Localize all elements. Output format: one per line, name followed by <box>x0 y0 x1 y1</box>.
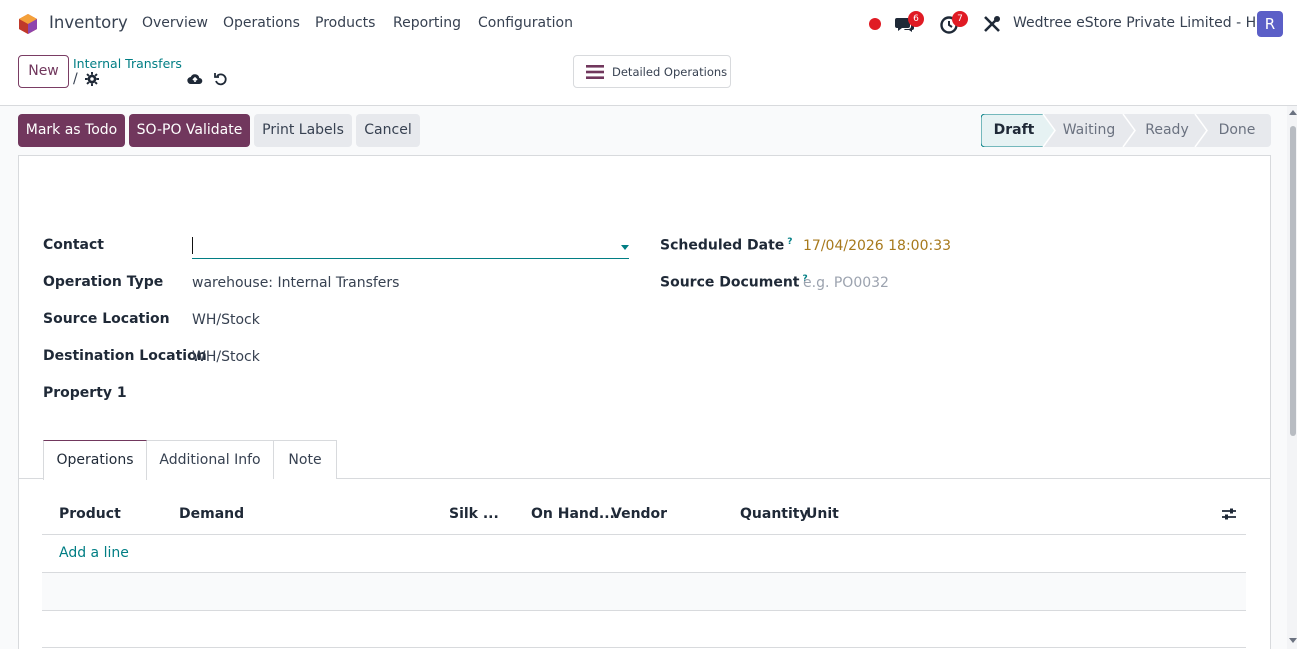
user-avatar[interactable]: R <box>1257 11 1283 37</box>
print-labels-button[interactable]: Print Labels <box>254 114 352 147</box>
table-row-divider <box>42 610 1246 611</box>
scroll-down-icon[interactable] <box>1289 638 1297 643</box>
source-location-label: Source Location <box>43 311 170 327</box>
scheduled-date-label: Scheduled Date? <box>660 237 793 254</box>
scheduled-date-field[interactable]: 17/04/2026 18:00:33 <box>803 238 951 254</box>
column-unit[interactable]: Unit <box>806 506 839 522</box>
gear-icon[interactable] <box>85 72 99 86</box>
destination-location-label: Destination Location <box>43 348 207 364</box>
menu-reporting[interactable]: Reporting <box>393 15 461 31</box>
add-a-line-link[interactable]: Add a line <box>59 545 129 561</box>
status-bar: Draft Waiting Ready Done <box>981 114 1271 147</box>
mark-as-todo-button[interactable]: Mark as Todo <box>18 114 125 147</box>
property-1-label: Property 1 <box>43 385 127 401</box>
optional-columns-icon[interactable] <box>1221 506 1237 522</box>
activities-badge: 7 <box>952 11 968 27</box>
scrollbar-thumb[interactable] <box>1290 126 1296 436</box>
scheduled-date-help-icon[interactable]: ? <box>787 237 792 247</box>
dropdown-caret-icon[interactable] <box>621 245 629 250</box>
tools-icon[interactable] <box>981 13 1003 35</box>
menu-products[interactable]: Products <box>315 15 375 31</box>
column-product[interactable]: Product <box>59 506 121 522</box>
save-cloud-icon[interactable] <box>187 71 203 87</box>
app-title[interactable]: Inventory <box>49 13 128 32</box>
tab-additional-info[interactable]: Additional Info <box>147 440 274 479</box>
source-location-field[interactable]: WH/Stock <box>192 312 260 328</box>
table-row-divider <box>42 647 1246 648</box>
stage-done[interactable]: Done <box>1207 114 1267 147</box>
tab-operations[interactable]: Operations <box>43 440 147 480</box>
stage-waiting[interactable]: Waiting <box>1053 114 1125 147</box>
column-quantity[interactable]: Quantity <box>740 506 809 522</box>
tab-note[interactable]: Note <box>274 440 337 479</box>
table-header-divider <box>42 534 1246 535</box>
stage-ready[interactable]: Ready <box>1133 114 1201 147</box>
top-navbar: Inventory Overview Operations Products R… <box>0 0 1297 46</box>
status-dot-icon[interactable] <box>869 18 881 30</box>
source-document-label: Source Document? <box>660 274 808 291</box>
discard-undo-icon[interactable] <box>213 71 229 87</box>
table-row <box>42 573 1246 610</box>
cancel-button[interactable]: Cancel <box>356 114 420 147</box>
company-switcher[interactable]: Wedtree eStore Private Limited - HO <box>1013 15 1267 31</box>
scheduled-date-label-text: Scheduled Date <box>660 237 785 254</box>
source-document-label-text: Source Document <box>660 274 800 291</box>
contact-label: Contact <box>43 237 104 253</box>
breadcrumb-separator: / <box>73 71 78 87</box>
so-po-validate-button[interactable]: SO-PO Validate <box>129 114 250 147</box>
column-on-hand[interactable]: On Hand... <box>531 506 615 522</box>
destination-location-field[interactable]: WH/Stock <box>192 349 260 365</box>
source-document-input[interactable]: e.g. PO0032 <box>803 275 889 291</box>
new-button[interactable]: New <box>18 55 69 88</box>
operation-type-field[interactable]: warehouse: Internal Transfers <box>192 275 399 291</box>
detailed-operations-label: Detailed Operations <box>612 65 728 79</box>
menu-lines-icon <box>586 65 604 79</box>
menu-operations[interactable]: Operations <box>223 15 300 31</box>
menu-configuration[interactable]: Configuration <box>478 15 573 31</box>
inventory-logo-icon[interactable] <box>18 13 38 35</box>
text-cursor <box>192 237 193 254</box>
column-demand[interactable]: Demand <box>179 506 244 522</box>
column-silk[interactable]: Silk ... <box>449 506 499 522</box>
scroll-up-icon[interactable] <box>1289 110 1297 115</box>
operation-type-label: Operation Type <box>43 274 164 290</box>
breadcrumb-internal-transfers[interactable]: Internal Transfers <box>73 56 182 71</box>
contact-input[interactable] <box>192 236 629 259</box>
column-vendor[interactable]: Vendor <box>611 506 667 522</box>
detailed-operations-button[interactable]: Detailed Operations <box>573 55 731 88</box>
menu-overview[interactable]: Overview <box>142 15 208 31</box>
stage-draft[interactable]: Draft <box>981 114 1047 147</box>
messages-badge: 6 <box>908 11 924 27</box>
